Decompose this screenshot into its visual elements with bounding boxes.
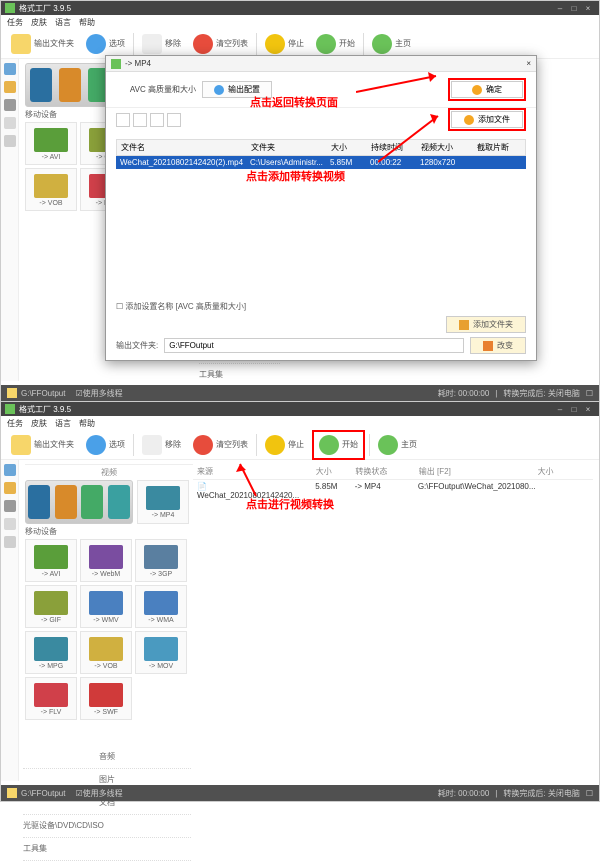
cat-optical-2[interactable]: 光驱设备\DVD\CD\ISO [23,815,191,838]
change-button[interactable]: 改变 [470,337,526,354]
app-title: 格式工厂 3.9.5 [19,3,71,14]
titlebar-2: 格式工厂 3.9.5 – □ × [1,402,599,416]
close-button-2[interactable]: × [581,405,595,414]
status-after: 转换完成后: 关闭电脑 [503,388,579,399]
app-icon [5,3,15,13]
folder-icon [11,34,31,54]
fmt-webm-2[interactable]: -> WebM [80,539,132,582]
folder-plus-icon [459,320,469,330]
status-elapsed: 耗时: 00:00:00 [438,388,490,399]
dialog-titlebar: -> MP4 × [106,56,536,72]
cat-audio[interactable]: 音频 [23,746,191,769]
status-multithread[interactable]: 使用多线程 [83,388,123,399]
status-output-path: G:\FFOutput [21,389,65,398]
close-button[interactable]: × [581,4,595,13]
anno-add: 点击添加带转换视频 [246,168,345,184]
stop-button[interactable]: 停止 [261,32,308,56]
stop-icon [265,34,285,54]
start-icon [316,34,336,54]
output-folder-label: 输出文件夹: [116,340,158,351]
clear-list-button[interactable]: 清空列表 [189,32,252,56]
sidebar [1,59,19,381]
anno-start: 点击进行视频转换 [246,496,334,512]
menu-task[interactable]: 任务 [7,17,23,28]
menubar: 任务 皮肤 语言 帮助 [1,15,599,29]
arrow-to-addfile [378,110,448,166]
fmt-vob-2[interactable]: -> VOB [80,631,132,674]
dlg-icon-2[interactable] [133,113,147,127]
add-folder-button[interactable]: 添加文件夹 [446,316,526,333]
fmt-mov-2[interactable]: -> MOV [135,631,187,674]
edit-icon [483,341,493,351]
add-setting-checkbox[interactable]: ☐ 添加设置名称 [AVC 高质量和大小] [116,301,526,312]
remove-button-2[interactable]: 移除 [138,433,185,457]
profile-label: AVC 高质量和大小 [116,84,196,95]
fmt-3gp-2[interactable]: -> 3GP [135,539,187,582]
options-icon [86,34,106,54]
dlg-icon-4[interactable] [167,113,181,127]
menu-skin[interactable]: 皮肤 [31,17,47,28]
cat-video[interactable]: 视频 [25,464,193,480]
clear-list-button-2[interactable]: 清空列表 [189,433,252,457]
remove-button[interactable]: 移除 [138,32,185,56]
play-icon [472,85,482,95]
output-path-input[interactable] [164,338,464,353]
plus-icon [464,115,474,125]
arrow-to-start [234,460,264,500]
arrow-to-confirm [356,70,446,96]
anno-return: 点击返回转换页面 [250,94,338,110]
status-folder-icon [7,388,17,398]
fmt-swf-2[interactable]: -> SWF [80,677,132,720]
dlg-icon-3[interactable] [150,113,164,127]
start-icon-2 [319,435,339,455]
fmt-wmv-2[interactable]: -> WMV [80,585,132,628]
cat-toolset-2[interactable]: 工具集 [23,838,191,861]
app-window-2: 格式工厂 3.9.5 – □ × 任务 皮肤 语言 帮助 输出文件夹 选项 移除… [0,401,600,802]
confirm-button[interactable]: 确定 [451,81,523,98]
dialog-title: -> MP4 [125,59,151,68]
add-file-button[interactable]: 添加文件 [451,111,523,128]
fmt-wma-2[interactable]: -> WMA [135,585,187,628]
fmt-avi-2[interactable]: -> AVI [25,539,77,582]
titlebar: 格式工厂 3.9.5 – □ × [1,1,599,15]
options-button[interactable]: 选项 [82,32,129,56]
output-folder-button[interactable]: 输出文件夹 [7,32,78,56]
menu-help[interactable]: 帮助 [79,17,95,28]
minimize-button[interactable]: – [553,4,567,13]
menu-lang[interactable]: 语言 [55,17,71,28]
maximize-button-2[interactable]: □ [567,405,581,414]
start-button-2[interactable]: 开始 [315,433,362,457]
fmt-mp4[interactable]: -> MP4 [137,480,189,524]
home-button-2[interactable]: 主页 [374,433,421,457]
options-button-2[interactable]: 选项 [82,433,129,457]
dialog-close-button[interactable]: × [526,59,531,68]
statusbar: G:\FFOutput ☑ 使用多线程 耗时: 00:00:00 | 转换完成后… [1,385,599,401]
start-button[interactable]: 开始 [312,32,359,56]
globe-icon [372,34,392,54]
clear-icon [193,34,213,54]
dlg-icon-1[interactable] [116,113,130,127]
minimize-button-2[interactable]: – [553,405,567,414]
maximize-button[interactable]: □ [567,4,581,13]
cat-toolset[interactable]: 工具集 [199,364,280,387]
table-header: 文件名 文件夹 大小 持续时间 视频大小 截取片断 [116,139,526,156]
stop-button-2[interactable]: 停止 [261,433,308,457]
fmt-mpg-2[interactable]: -> MPG [25,631,77,674]
fmt-vob[interactable]: -> VOB [25,168,77,211]
output-folder-button-2[interactable]: 输出文件夹 [7,433,78,457]
fmt-flv-2[interactable]: -> FLV [25,677,77,720]
app-window-1: 格式工厂 3.9.5 – □ × 任务 皮肤 语言 帮助 输出文件夹 选项 移除… [0,0,600,402]
remove-icon [142,34,162,54]
fmt-avi[interactable]: -> AVI [25,122,77,165]
home-button[interactable]: 主页 [368,32,415,56]
fmt-gif-2[interactable]: -> GIF [25,585,77,628]
file-table: 文件名 文件夹 大小 持续时间 视频大小 截取片断 WeChat_2021080… [116,139,526,169]
